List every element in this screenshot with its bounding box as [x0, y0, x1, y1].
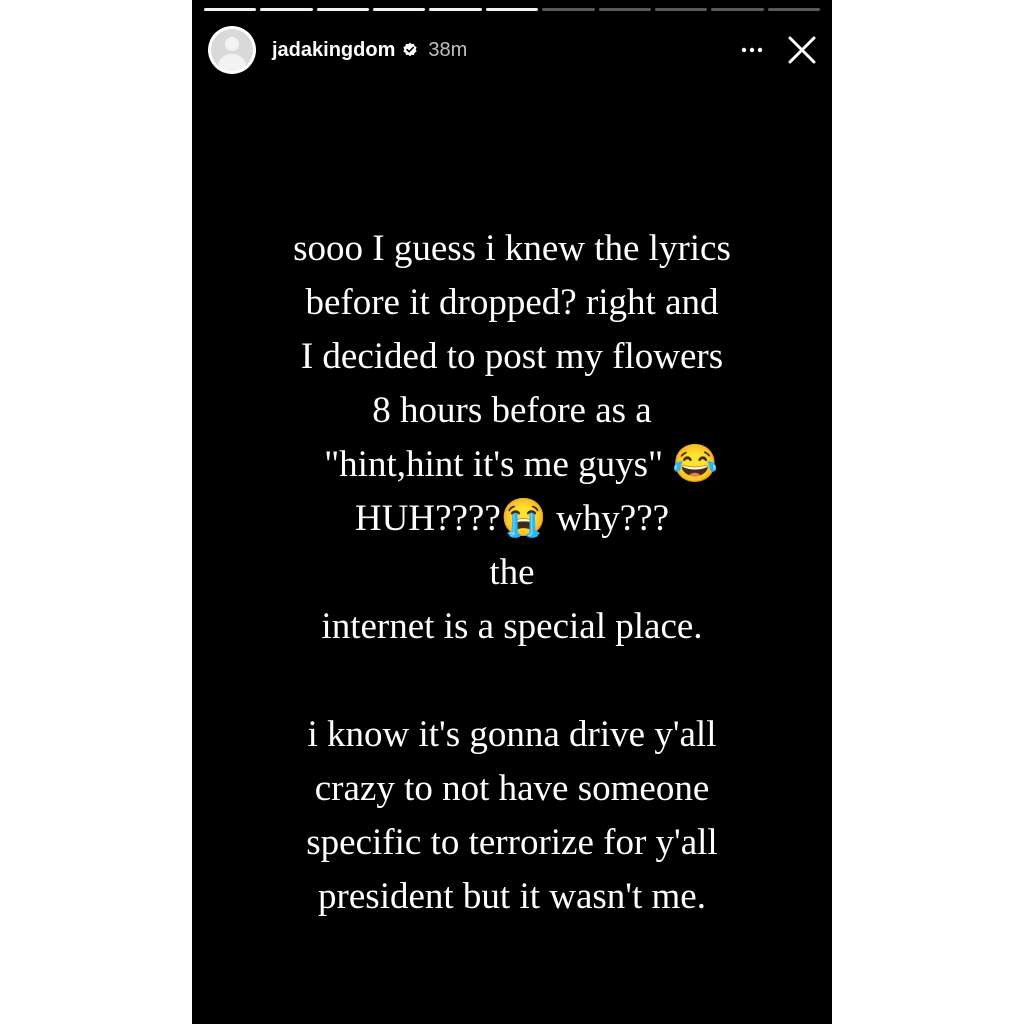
- story-viewer: jadakingdom 38m sooo I guess i knew the …: [192, 0, 832, 1024]
- story-text-line: sooo I guess i knew the lyrics: [293, 228, 731, 269]
- story-text-line: i know it's gonna drive y'all: [307, 714, 717, 755]
- story-progress-bar: [204, 8, 820, 11]
- progress-segment: [654, 8, 708, 11]
- story-text-line: "hint,hint it's me guys" 😂: [305, 444, 719, 485]
- story-text-line: I decided to post my flowers: [300, 336, 724, 377]
- progress-segment: [485, 8, 539, 11]
- close-icon[interactable]: [784, 32, 820, 68]
- story-text-line: president but it wasn't me.: [318, 876, 706, 917]
- more-horizontal-icon[interactable]: [736, 34, 768, 66]
- verified-badge-icon: [402, 42, 418, 58]
- progress-segment: [711, 8, 764, 11]
- progress-segment: [767, 8, 820, 11]
- story-text-overlay: sooo I guess i knew the lyrics before it…: [212, 222, 812, 924]
- progress-segment: [373, 8, 426, 11]
- default-avatar-icon: [211, 29, 253, 71]
- story-text-line: HUH????😭 why???: [354, 498, 670, 539]
- progress-segment: [204, 8, 257, 11]
- story-text-line: before it dropped? right and: [305, 282, 719, 323]
- progress-segment: [598, 8, 651, 11]
- progress-segment: [316, 8, 370, 11]
- progress-segment: [429, 8, 482, 11]
- avatar[interactable]: [208, 26, 256, 74]
- progress-segment: [542, 8, 595, 11]
- story-text-line: specific to terrorize for y'all: [306, 822, 718, 863]
- story-text-line: crazy to not have someone: [314, 768, 710, 809]
- story-text-line: internet is a special place.: [321, 606, 703, 647]
- username[interactable]: jadakingdom: [272, 39, 395, 62]
- story-text-line: 8 hours before as a: [372, 390, 652, 431]
- story-timestamp: 38m: [428, 38, 468, 61]
- story-header: jadakingdom 38m: [208, 24, 820, 76]
- story-text-line: the: [489, 552, 535, 593]
- progress-segment: [260, 8, 313, 11]
- story-text-line: [212, 654, 812, 708]
